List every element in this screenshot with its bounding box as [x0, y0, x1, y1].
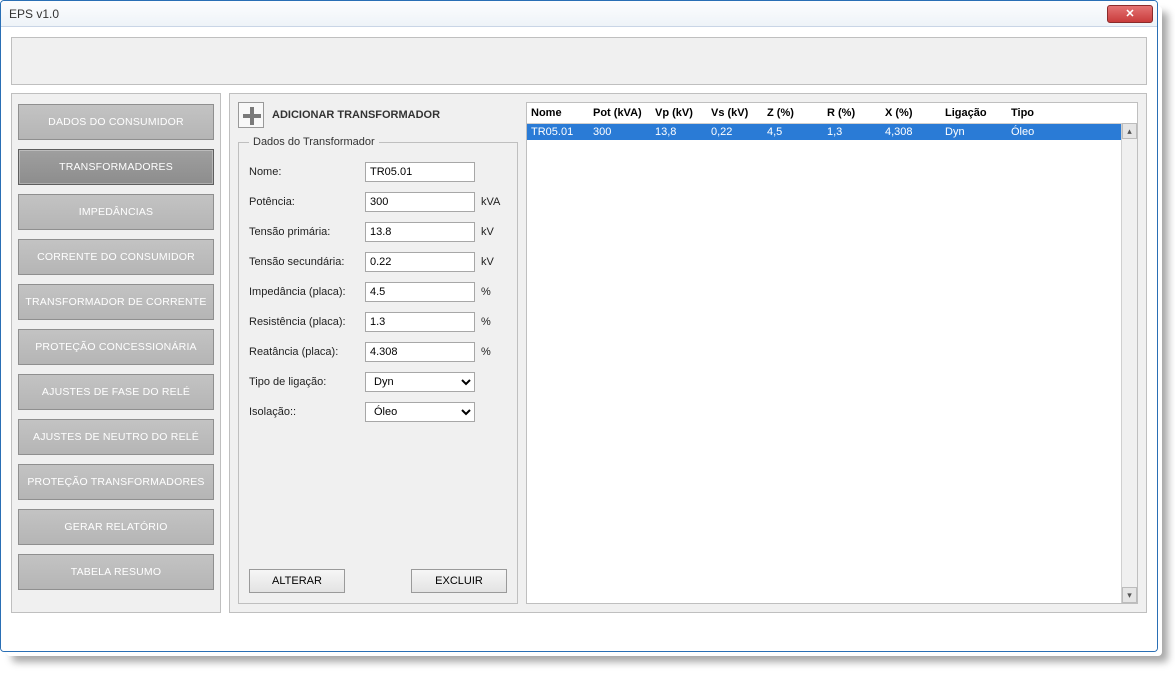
sidebar-item-impedancias[interactable]: IMPEDÂNCIAS — [18, 194, 214, 230]
unit-reatancia: % — [481, 346, 507, 358]
main-row: DADOS DO CONSUMIDOR TRANSFORMADORES IMPE… — [11, 93, 1147, 613]
label-isolacao: Isolação:: — [249, 406, 359, 418]
th-vs[interactable]: Vs (kV) — [707, 103, 763, 123]
sidebar-item-dados-consumidor[interactable]: DADOS DO CONSUMIDOR — [18, 104, 214, 140]
add-transformer-label: ADICIONAR TRANSFORMADOR — [272, 109, 440, 121]
window-title: EPS v1.0 — [9, 7, 1107, 21]
groupbox-title: Dados do Transformador — [249, 136, 379, 148]
app-window: EPS v1.0 ✕ DADOS DO CONSUMIDOR TRANSFORM… — [0, 0, 1158, 652]
titlebar: EPS v1.0 ✕ — [1, 1, 1157, 27]
form-column: ADICIONAR TRANSFORMADOR Dados do Transfo… — [238, 102, 518, 604]
plus-icon[interactable] — [238, 102, 264, 128]
td-x: 4,308 — [881, 124, 941, 140]
th-tipo[interactable]: Tipo — [1007, 103, 1067, 123]
th-vp[interactable]: Vp (kV) — [651, 103, 707, 123]
sidebar: DADOS DO CONSUMIDOR TRANSFORMADORES IMPE… — [11, 93, 221, 613]
close-icon: ✕ — [1125, 7, 1134, 20]
unit-potencia: kVA — [481, 196, 507, 208]
sidebar-item-protecao-concessionaria[interactable]: PROTEÇÃO CONCESSIONÁRIA — [18, 329, 214, 365]
th-x[interactable]: X (%) — [881, 103, 941, 123]
sidebar-item-ajustes-neutro-rele[interactable]: AJUSTES DE NEUTRO DO RELÉ — [18, 419, 214, 455]
unit-tensao-primaria: kV — [481, 226, 507, 238]
td-pot: 300 — [589, 124, 651, 140]
alterar-button[interactable]: ALTERAR — [249, 569, 345, 593]
label-resistencia: Resistência (placa): — [249, 316, 359, 328]
top-toolbar — [11, 37, 1147, 85]
add-transformer-row: ADICIONAR TRANSFORMADOR — [238, 102, 518, 128]
label-tipo-ligacao: Tipo de ligação: — [249, 376, 359, 388]
sidebar-item-corrente-consumidor[interactable]: CORRENTE DO CONSUMIDOR — [18, 239, 214, 275]
unit-tensao-secundaria: kV — [481, 256, 507, 268]
content-panel: ADICIONAR TRANSFORMADOR Dados do Transfo… — [229, 93, 1147, 613]
label-tensao-primaria: Tensão primária: — [249, 226, 359, 238]
sidebar-item-tabela-resumo[interactable]: TABELA RESUMO — [18, 554, 214, 590]
td-tipo: Óleo — [1007, 124, 1067, 140]
excluir-button[interactable]: EXCLUIR — [411, 569, 507, 593]
form-buttons: ALTERAR EXCLUIR — [249, 559, 507, 593]
unit-impedancia: % — [481, 286, 507, 298]
transformers-table: Nome Pot (kVA) Vp (kV) Vs (kV) Z (%) R (… — [526, 102, 1138, 604]
input-impedancia[interactable] — [365, 282, 475, 302]
close-button[interactable]: ✕ — [1107, 5, 1153, 23]
label-impedancia: Impedância (placa): — [249, 286, 359, 298]
scroll-down-icon[interactable]: ▾ — [1122, 587, 1137, 603]
table-empty-area — [527, 140, 1137, 603]
select-isolacao[interactable]: Óleo — [365, 402, 475, 422]
label-tensao-secundaria: Tensão secundária: — [249, 256, 359, 268]
td-vs: 0,22 — [707, 124, 763, 140]
vertical-scrollbar[interactable]: ▴ ▾ — [1121, 123, 1137, 603]
td-z: 4,5 — [763, 124, 823, 140]
input-nome[interactable] — [365, 162, 475, 182]
table-header: Nome Pot (kVA) Vp (kV) Vs (kV) Z (%) R (… — [527, 103, 1137, 124]
form-grid: Nome: Potência: kVA Tensão primária: kV … — [249, 162, 507, 422]
td-ligacao: Dyn — [941, 124, 1007, 140]
th-pot[interactable]: Pot (kVA) — [589, 103, 651, 123]
unit-resistencia: % — [481, 316, 507, 328]
sidebar-item-transformador-corrente[interactable]: TRANSFORMADOR DE CORRENTE — [18, 284, 214, 320]
sidebar-item-gerar-relatorio[interactable]: GERAR RELATÓRIO — [18, 509, 214, 545]
td-r: 1,3 — [823, 124, 881, 140]
client-area: DADOS DO CONSUMIDOR TRANSFORMADORES IMPE… — [1, 27, 1157, 651]
input-reatancia[interactable] — [365, 342, 475, 362]
label-potencia: Potência: — [249, 196, 359, 208]
scroll-up-icon[interactable]: ▴ — [1122, 123, 1137, 139]
transformer-groupbox: Dados do Transformador Nome: Potência: k… — [238, 136, 518, 604]
sidebar-item-ajustes-fase-rele[interactable]: AJUSTES DE FASE DO RELÉ — [18, 374, 214, 410]
th-nome[interactable]: Nome — [527, 103, 589, 123]
th-ligacao[interactable]: Ligação — [941, 103, 1007, 123]
sidebar-item-protecao-transformadores[interactable]: PROTEÇÃO TRANSFORMADORES — [18, 464, 214, 500]
th-r[interactable]: R (%) — [823, 103, 881, 123]
table-row[interactable]: TR05.01 300 13,8 0,22 4,5 1,3 4,308 Dyn … — [527, 124, 1137, 140]
th-z[interactable]: Z (%) — [763, 103, 823, 123]
select-tipo-ligacao[interactable]: Dyn — [365, 372, 475, 392]
input-potencia[interactable] — [365, 192, 475, 212]
sidebar-item-transformadores[interactable]: TRANSFORMADORES — [18, 149, 214, 185]
input-tensao-primaria[interactable] — [365, 222, 475, 242]
label-nome: Nome: — [249, 166, 359, 178]
input-tensao-secundaria[interactable] — [365, 252, 475, 272]
td-vp: 13,8 — [651, 124, 707, 140]
label-reatancia: Reatância (placa): — [249, 346, 359, 358]
td-nome: TR05.01 — [527, 124, 589, 140]
input-resistencia[interactable] — [365, 312, 475, 332]
